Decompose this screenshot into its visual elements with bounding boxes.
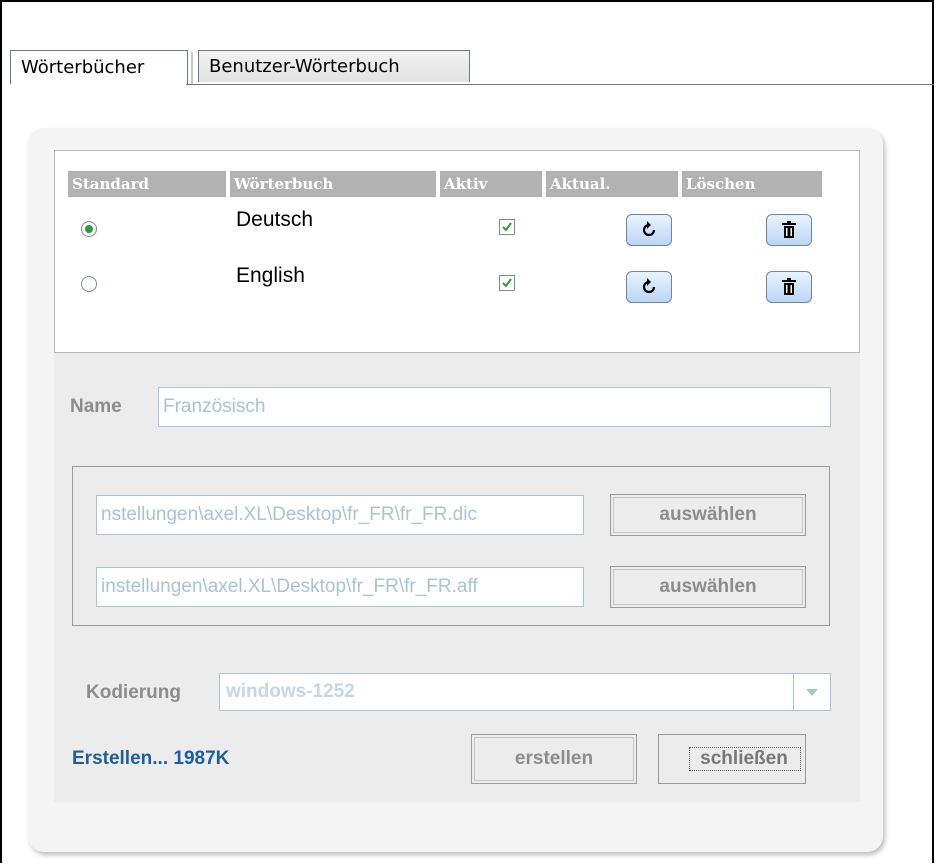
checkmark-icon: [502, 222, 512, 232]
refresh-button-english[interactable]: [626, 271, 672, 303]
choose-dic-button[interactable]: auswählen: [610, 494, 806, 536]
close-button[interactable]: schließen: [658, 734, 806, 784]
aff-file-path-field[interactable]: instellungen\axel.XL\Desktop\fr_FR\fr_FR…: [96, 567, 584, 607]
delete-button-english[interactable]: [766, 271, 812, 303]
refresh-icon: [642, 278, 656, 294]
active-checkbox-deutsch[interactable]: [499, 219, 515, 235]
encoding-dropdown-button[interactable]: [793, 674, 830, 710]
close-button-label: schließen: [700, 748, 788, 769]
tab-benutzer-woerterbuch[interactable]: Benutzer-Wörterbuch: [198, 50, 470, 82]
column-header-standard: Standard: [68, 171, 226, 197]
status-text: Erstellen... 1987K: [72, 748, 230, 769]
encoding-select[interactable]: windows-1252: [219, 673, 831, 711]
tab-woerterbuecher[interactable]: Wörterbücher: [10, 50, 188, 84]
column-header-loeschen: Löschen: [682, 171, 822, 197]
encoding-label: Kodierung: [86, 682, 181, 703]
tab-separator: [191, 52, 193, 85]
refresh-button-deutsch[interactable]: [626, 214, 672, 246]
column-header-woerterbuch: Wörterbuch: [230, 171, 436, 197]
choose-dic-button-label: auswählen: [659, 504, 757, 525]
checkmark-icon: [502, 278, 512, 288]
tab-baseline: [186, 84, 934, 85]
column-header-aktual: Aktual.: [546, 171, 678, 197]
dic-file-path-field[interactable]: nstellungen\axel.XL\Desktop\fr_FR\fr_FR.…: [96, 495, 584, 535]
column-header-aktiv: Aktiv: [440, 171, 542, 197]
dictionary-name: English: [236, 264, 305, 287]
chevron-down-icon: [806, 689, 818, 696]
standard-radio-deutsch[interactable]: [81, 221, 97, 237]
trash-icon: [782, 221, 796, 238]
choose-aff-button[interactable]: auswählen: [610, 566, 806, 608]
radio-selected-dot: [85, 225, 93, 233]
active-checkbox-english[interactable]: [499, 275, 515, 291]
encoding-select-value: windows-1252: [226, 681, 355, 702]
choose-aff-button-label: auswählen: [659, 576, 757, 597]
name-label: Name: [70, 396, 122, 417]
refresh-icon: [642, 221, 656, 237]
standard-radio-english[interactable]: [81, 276, 97, 292]
create-button[interactable]: erstellen: [471, 734, 637, 784]
trash-icon: [782, 278, 796, 295]
dictionary-name: Deutsch: [236, 208, 314, 231]
delete-button-deutsch[interactable]: [766, 214, 812, 246]
name-input[interactable]: Französisch: [158, 387, 831, 427]
create-button-label: erstellen: [514, 748, 594, 769]
